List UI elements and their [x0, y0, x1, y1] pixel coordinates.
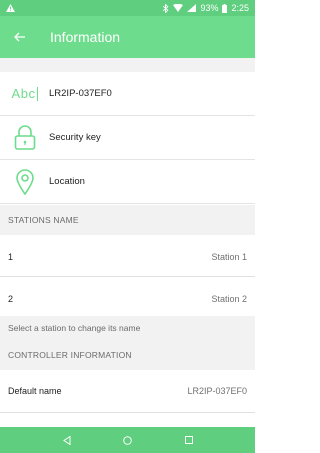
circle-home-icon — [123, 435, 132, 445]
signal-icon — [187, 4, 197, 12]
abc-icon: Abc — [9, 78, 41, 110]
station-row-2[interactable]: 2 Station 2 — [0, 277, 255, 321]
device-name: LR2IP-037EF0 — [49, 88, 112, 99]
default-name-value: LR2IP-037EF0 — [187, 386, 247, 396]
nav-home-button[interactable] — [118, 430, 138, 450]
triangle-back-icon — [62, 435, 70, 445]
location-row[interactable]: Location — [0, 160, 255, 204]
station-number: 2 — [8, 294, 14, 304]
app-bar: Information — [0, 16, 255, 58]
default-name-label: Default name — [8, 386, 62, 396]
system-nav-bar — [0, 427, 255, 453]
arrow-left-icon — [14, 32, 25, 42]
nav-back-button[interactable] — [57, 430, 77, 450]
square-recents-icon — [184, 436, 193, 444]
station-number: 1 — [8, 252, 14, 262]
battery-percent: 93% — [200, 3, 219, 13]
wifi-icon — [173, 4, 184, 12]
security-key-label: Security key — [49, 132, 101, 143]
station-row-1[interactable]: 1 Station 1 — [0, 235, 255, 279]
default-name-row[interactable]: Default name LR2IP-037EF0 — [0, 370, 255, 412]
alert-icon — [6, 4, 15, 12]
security-key-row[interactable]: Security key — [0, 116, 255, 160]
back-button[interactable] — [0, 16, 40, 58]
clock: 2:25 — [231, 3, 249, 13]
location-label: Location — [49, 176, 85, 187]
stations-hint: Select a station to change its name — [0, 316, 255, 340]
controller-section-header: CONTROLLER INFORMATION — [0, 340, 255, 370]
location-pin-icon — [9, 166, 41, 198]
status-bar: 93% 2:25 — [0, 0, 255, 16]
lock-icon — [9, 122, 41, 154]
stations-section-header: STATIONS NAME — [0, 205, 255, 235]
top-spacer — [0, 58, 255, 72]
bluetooth-icon — [163, 3, 169, 13]
battery-icon — [222, 3, 228, 13]
station-name: Station 1 — [211, 252, 247, 262]
station-name: Station 2 — [211, 294, 247, 304]
device-name-row[interactable]: Abc LR2IP-037EF0 — [0, 72, 255, 116]
nav-recents-button[interactable] — [179, 430, 199, 450]
divider — [0, 412, 255, 413]
page-title: Information — [50, 29, 121, 45]
